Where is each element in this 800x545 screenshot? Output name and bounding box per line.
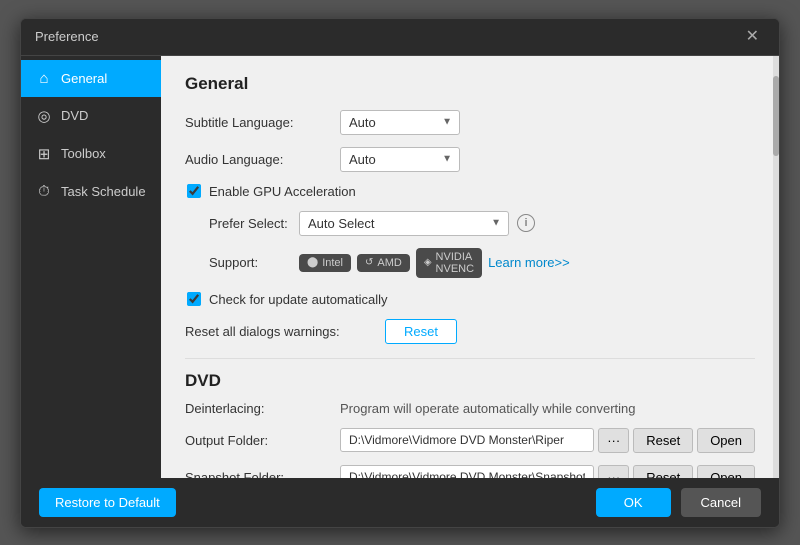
snapshot-folder-input[interactable] bbox=[340, 465, 594, 478]
sidebar-item-general[interactable]: ⌂ General bbox=[21, 60, 161, 97]
schedule-icon: ⏱ bbox=[35, 183, 53, 200]
content-wrapper: General Subtitle Language: Auto ▼ Audio … bbox=[161, 56, 779, 478]
support-row: Support: ⬤ Intel ↺ AMD ◈ NVIDIANVENC Lea… bbox=[209, 248, 755, 278]
sidebar-label-general: General bbox=[61, 71, 107, 86]
intel-badge: ⬤ Intel bbox=[299, 254, 351, 272]
output-folder-open-button[interactable]: Open bbox=[697, 428, 755, 453]
output-folder-reset-button[interactable]: Reset bbox=[633, 428, 693, 453]
scrollbar[interactable] bbox=[773, 56, 779, 478]
subtitle-language-row: Subtitle Language: Auto ▼ bbox=[185, 110, 755, 135]
prefer-row: Prefer Select: Auto Select ▼ i bbox=[209, 211, 755, 236]
ok-button[interactable]: OK bbox=[596, 488, 671, 517]
dialog-title: Preference bbox=[35, 29, 99, 44]
subtitle-select-wrap: Auto ▼ bbox=[340, 110, 460, 135]
sidebar-label-dvd: DVD bbox=[61, 108, 88, 123]
snapshot-folder-label: Snapshot Folder: bbox=[185, 470, 340, 478]
sidebar-item-task-schedule[interactable]: ⏱ Task Schedule bbox=[21, 173, 161, 210]
home-icon: ⌂ bbox=[35, 70, 53, 87]
gpu-checkbox-row: Enable GPU Acceleration bbox=[187, 184, 755, 199]
sidebar-label-toolbox: Toolbox bbox=[61, 146, 106, 161]
audio-select-wrap: Auto ▼ bbox=[340, 147, 460, 172]
deinterlacing-value: Program will operate automatically while… bbox=[340, 401, 636, 416]
gpu-checkbox[interactable] bbox=[187, 184, 201, 198]
deinterlacing-label: Deinterlacing: bbox=[185, 401, 340, 416]
check-update-label[interactable]: Check for update automatically bbox=[209, 292, 387, 307]
output-folder-input[interactable] bbox=[340, 428, 594, 452]
dialog-body: ⌂ General ◎ DVD ⊞ Toolbox ⏱ Task Schedul… bbox=[21, 56, 779, 478]
sidebar-item-toolbox[interactable]: ⊞ Toolbox bbox=[21, 135, 161, 173]
output-folder-dots-button[interactable]: ··· bbox=[598, 428, 629, 453]
output-folder-label: Output Folder: bbox=[185, 433, 340, 448]
close-button[interactable]: ✕ bbox=[740, 27, 765, 47]
prefer-label: Prefer Select: bbox=[209, 216, 299, 231]
check-update-row: Check for update automatically bbox=[187, 292, 755, 307]
toolbox-icon: ⊞ bbox=[35, 145, 53, 163]
snapshot-folder-row: Snapshot Folder: ··· Reset Open bbox=[185, 465, 755, 478]
reset-dialogs-button[interactable]: Reset bbox=[385, 319, 457, 344]
reset-dialogs-label: Reset all dialogs warnings: bbox=[185, 324, 385, 339]
output-folder-row: Output Folder: ··· Reset Open bbox=[185, 428, 755, 453]
sidebar-item-dvd[interactable]: ◎ DVD bbox=[21, 97, 161, 135]
snapshot-folder-reset-button[interactable]: Reset bbox=[633, 465, 693, 478]
nvidia-badge: ◈ NVIDIANVENC bbox=[416, 248, 482, 278]
audio-label: Audio Language: bbox=[185, 152, 340, 167]
scrollbar-thumb[interactable] bbox=[773, 76, 779, 156]
reset-dialogs-row: Reset all dialogs warnings: Reset bbox=[185, 319, 755, 344]
audio-select[interactable]: Auto bbox=[340, 147, 460, 172]
cancel-button[interactable]: Cancel bbox=[681, 488, 761, 517]
title-bar: Preference ✕ bbox=[21, 19, 779, 56]
audio-language-row: Audio Language: Auto ▼ bbox=[185, 147, 755, 172]
check-update-checkbox[interactable] bbox=[187, 292, 201, 306]
content-area: General Subtitle Language: Auto ▼ Audio … bbox=[161, 56, 779, 478]
dvd-icon: ◎ bbox=[35, 107, 53, 125]
general-section-title: General bbox=[185, 74, 755, 94]
sidebar: ⌂ General ◎ DVD ⊞ Toolbox ⏱ Task Schedul… bbox=[21, 56, 161, 478]
snapshot-folder-open-button[interactable]: Open bbox=[697, 465, 755, 478]
snapshot-folder-dots-button[interactable]: ··· bbox=[598, 465, 629, 478]
subtitle-label: Subtitle Language: bbox=[185, 115, 340, 130]
nvidia-icon: ◈ bbox=[424, 257, 432, 268]
intel-icon: ⬤ bbox=[307, 257, 318, 268]
info-icon[interactable]: i bbox=[517, 214, 535, 232]
restore-default-button[interactable]: Restore to Default bbox=[39, 488, 176, 517]
support-label: Support: bbox=[209, 255, 299, 270]
sidebar-label-task-schedule: Task Schedule bbox=[61, 184, 146, 199]
footer-right: OK Cancel bbox=[596, 488, 761, 517]
prefer-select-wrap: Auto Select ▼ bbox=[299, 211, 509, 236]
amd-icon: ↺ bbox=[365, 257, 373, 268]
dialog-footer: Restore to Default OK Cancel bbox=[21, 478, 779, 527]
subtitle-select[interactable]: Auto bbox=[340, 110, 460, 135]
gpu-label[interactable]: Enable GPU Acceleration bbox=[209, 184, 356, 199]
deinterlacing-row: Deinterlacing: Program will operate auto… bbox=[185, 401, 755, 416]
prefer-select[interactable]: Auto Select bbox=[299, 211, 509, 236]
amd-badge: ↺ AMD bbox=[357, 254, 410, 272]
learn-more-link[interactable]: Learn more>> bbox=[488, 255, 570, 270]
dvd-section-title: DVD bbox=[185, 358, 755, 391]
